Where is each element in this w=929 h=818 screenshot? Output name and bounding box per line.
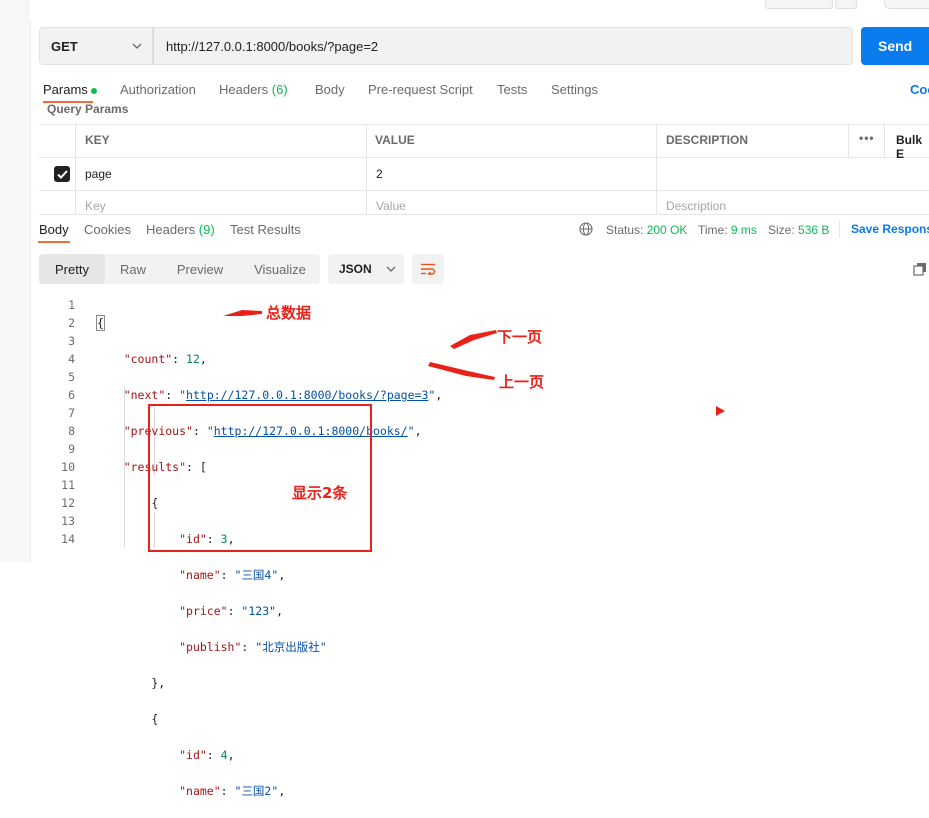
item1-price: 123	[248, 604, 270, 618]
arrow-to-next	[450, 330, 497, 349]
annotation-highlight-box	[148, 404, 372, 552]
arrow-to-previous	[428, 362, 495, 380]
code-line: "name": "三国4",	[179, 568, 286, 582]
item2-id: 4	[220, 748, 228, 762]
arrow-to-count	[223, 310, 262, 316]
annotation-next-page: 下一页	[497, 328, 543, 346]
code-line: {	[96, 712, 159, 726]
code-line: "id": 4,	[179, 748, 235, 762]
annotation-previous-page: 上一页	[499, 373, 545, 391]
item1-publish: 北京出版社	[262, 640, 320, 654]
annotation-total-data: 总数据	[266, 304, 312, 322]
code-line: "price": "123",	[179, 604, 284, 618]
annotation-arrows	[223, 310, 725, 416]
item2-name: 三国2	[241, 784, 272, 798]
code-line: },	[96, 676, 166, 690]
code-line: "publish": "北京出版社"	[179, 640, 327, 654]
code-line: "name": "三国2",	[179, 784, 286, 798]
annotation-shows-two: 显示2条	[292, 484, 348, 502]
item1-name: 三国4	[241, 568, 272, 582]
cursor-marker-icon	[716, 406, 725, 416]
